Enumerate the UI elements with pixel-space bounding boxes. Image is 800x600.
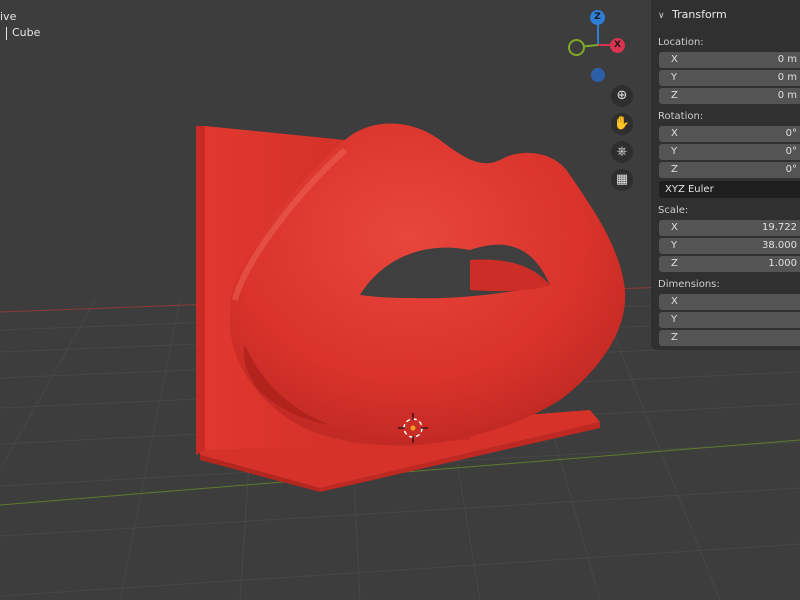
dimensions-label: Dimensions:	[658, 279, 720, 290]
dimensions-z-field[interactable]: Z	[659, 330, 800, 346]
location-x-field[interactable]: X 0 m	[659, 52, 800, 68]
camera-icon[interactable]: ⎈	[611, 141, 633, 163]
scale-label: Scale:	[658, 205, 689, 216]
transform-panel: ∨ Transform Location: X 0 m Y 0 m Z 0 m R…	[651, 0, 800, 350]
x-axis-ball[interactable]: X	[610, 38, 625, 53]
location-label: Location:	[658, 37, 704, 48]
rotation-label: Rotation:	[658, 111, 704, 122]
scale-y-field[interactable]: Y 38.000	[659, 238, 800, 254]
scale-x-field[interactable]: X 19.722	[659, 220, 800, 236]
rotation-z-field[interactable]: Z 0°	[659, 162, 800, 178]
rotation-mode-dropdown[interactable]: XYZ Euler	[659, 181, 800, 198]
scale-z-field[interactable]: Z 1.000	[659, 256, 800, 272]
z-axis-ball[interactable]: Z	[590, 10, 605, 25]
rotation-y-field[interactable]: Y 0°	[659, 144, 800, 160]
neg-z-axis-ball[interactable]	[591, 68, 605, 82]
dimensions-x-field[interactable]: X	[659, 294, 800, 310]
location-y-field[interactable]: Y 0 m	[659, 70, 800, 86]
object-name: Cube	[12, 26, 41, 39]
y-axis-ball[interactable]	[568, 39, 585, 56]
grid-icon[interactable]: ▦	[611, 169, 633, 191]
chevron-down-icon: ∨	[658, 11, 665, 21]
rotation-x-field[interactable]: X 0°	[659, 126, 800, 142]
active-object-label: Cube	[0, 26, 40, 40]
location-z-field[interactable]: Z 0 m	[659, 88, 800, 104]
zoom-icon[interactable]: ⊕	[611, 85, 633, 107]
dimensions-y-field[interactable]: Y	[659, 312, 800, 328]
viewport-mode-label: ive	[0, 10, 17, 23]
hand-icon[interactable]: ✋	[611, 113, 633, 135]
transform-header[interactable]: ∨ Transform	[658, 8, 727, 21]
